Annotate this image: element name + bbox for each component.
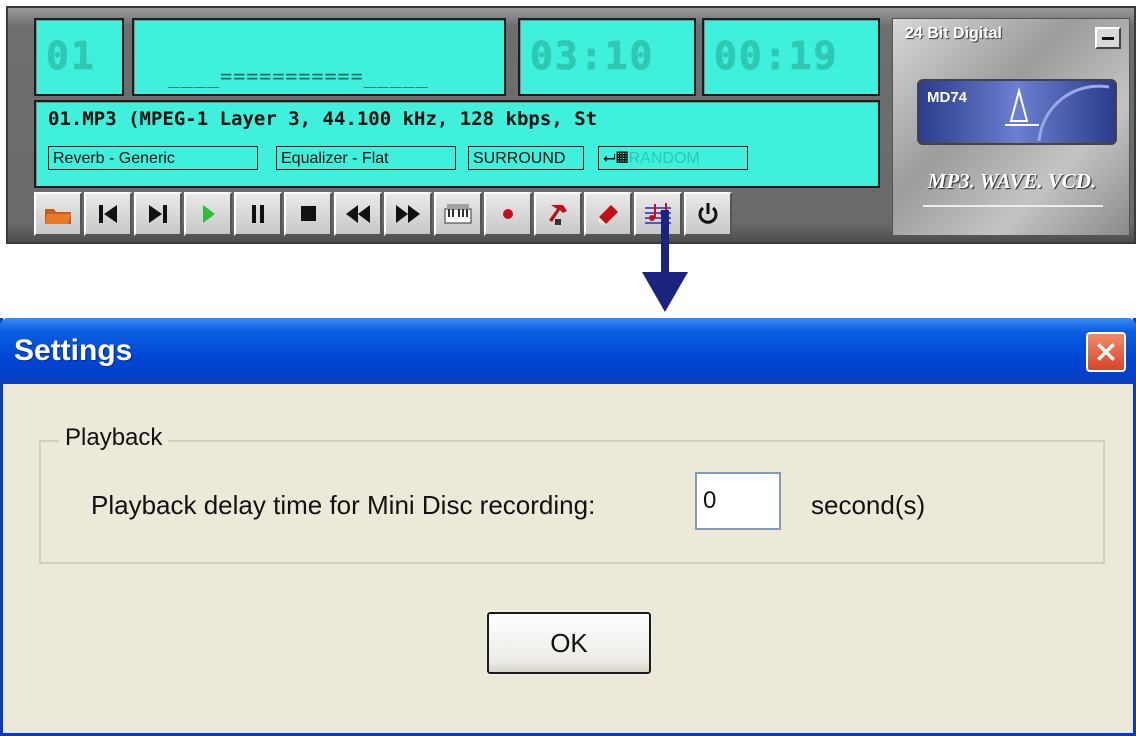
rewind-icon — [346, 205, 370, 223]
skip-forward-icon — [149, 205, 167, 223]
unit-label: second(s) — [811, 490, 926, 520]
dialog-titlebar[interactable]: Settings — [0, 318, 1136, 384]
brand-panel: 24 Bit Digital MD74 MP3. WAVE. VCD. — [892, 18, 1130, 236]
play-icon — [203, 205, 215, 223]
next-button[interactable] — [134, 192, 182, 236]
record-button[interactable] — [484, 192, 532, 236]
fast-forward-button[interactable] — [384, 192, 432, 236]
power-button[interactable] — [684, 192, 732, 236]
power-icon — [698, 203, 718, 224]
player-window: 01 ____===========_____ 03:10 00:19 01.M… — [6, 6, 1136, 244]
open-button[interactable] — [34, 192, 82, 236]
playback-groupbox: Playback Playback delay time for Mini Di… — [39, 424, 1105, 564]
skip-back-icon — [99, 205, 117, 223]
random-label: RANDOM — [628, 150, 700, 167]
track-number-display: 01 — [34, 18, 124, 96]
playback-group-label: Playback — [59, 424, 169, 452]
brand-subtitle: MP3. WAVE. VCD. — [927, 169, 1097, 193]
record-icon — [503, 209, 513, 219]
spectrum-display: ____===========_____ — [132, 18, 506, 96]
delay-label: Playback delay time for Mini Disc record… — [91, 490, 596, 520]
rewind-button[interactable] — [334, 192, 382, 236]
pause-button[interactable] — [234, 192, 282, 236]
stop-icon — [301, 206, 316, 221]
playlist-button[interactable] — [434, 192, 482, 236]
minidisc-logo: MD74 — [917, 79, 1117, 145]
hammer-icon — [549, 205, 567, 225]
book-icon — [598, 205, 618, 225]
surround-toggle[interactable]: SURROUND — [468, 146, 584, 170]
pause-icon — [252, 205, 264, 223]
piano-icon — [444, 204, 472, 224]
settings-button[interactable] — [534, 192, 582, 236]
info-panel: 01.MP3 (MPEG-1 Layer 3, 44.100 kHz, 128 … — [34, 100, 880, 188]
play-button[interactable] — [184, 192, 232, 236]
transport-toolbar — [34, 192, 732, 236]
stop-button[interactable] — [284, 192, 332, 236]
spectrum-bars: ____===========_____ — [168, 64, 429, 88]
previous-button[interactable] — [84, 192, 132, 236]
delay-input[interactable] — [695, 472, 781, 530]
folder-icon — [45, 209, 71, 224]
elapsed-time: 00:19 — [714, 34, 839, 78]
track-info: 01.MP3 (MPEG-1 Layer 3, 44.100 kHz, 128 … — [48, 108, 598, 130]
disc-arc-icon — [1005, 84, 1110, 142]
fast-forward-icon — [396, 205, 420, 223]
close-icon — [1097, 343, 1115, 361]
ok-button[interactable]: OK — [486, 611, 652, 675]
brand-divider — [923, 205, 1103, 207]
elapsed-time-display: 00:19 — [702, 18, 880, 96]
repeat-random-toggle[interactable]: ⮠▦RANDOM — [598, 146, 748, 170]
repeat-icon: ⮠▦ — [603, 150, 629, 167]
total-time-display: 03:10 — [518, 18, 696, 96]
dialog-title: Settings — [14, 334, 133, 367]
help-button[interactable] — [584, 192, 632, 236]
brand-title: 24 Bit Digital — [905, 25, 1002, 42]
equalizer-toggle[interactable]: Equalizer - Flat — [276, 146, 456, 170]
reverb-toggle[interactable]: Reverb - Generic — [48, 146, 258, 170]
down-arrow-icon — [642, 210, 688, 312]
track-number: 01 — [46, 34, 96, 78]
settings-dialog: Settings Playback Playback delay time fo… — [0, 318, 1136, 736]
close-button[interactable] — [1086, 332, 1126, 372]
total-time: 03:10 — [530, 34, 655, 78]
minimize-button[interactable] — [1095, 27, 1121, 49]
